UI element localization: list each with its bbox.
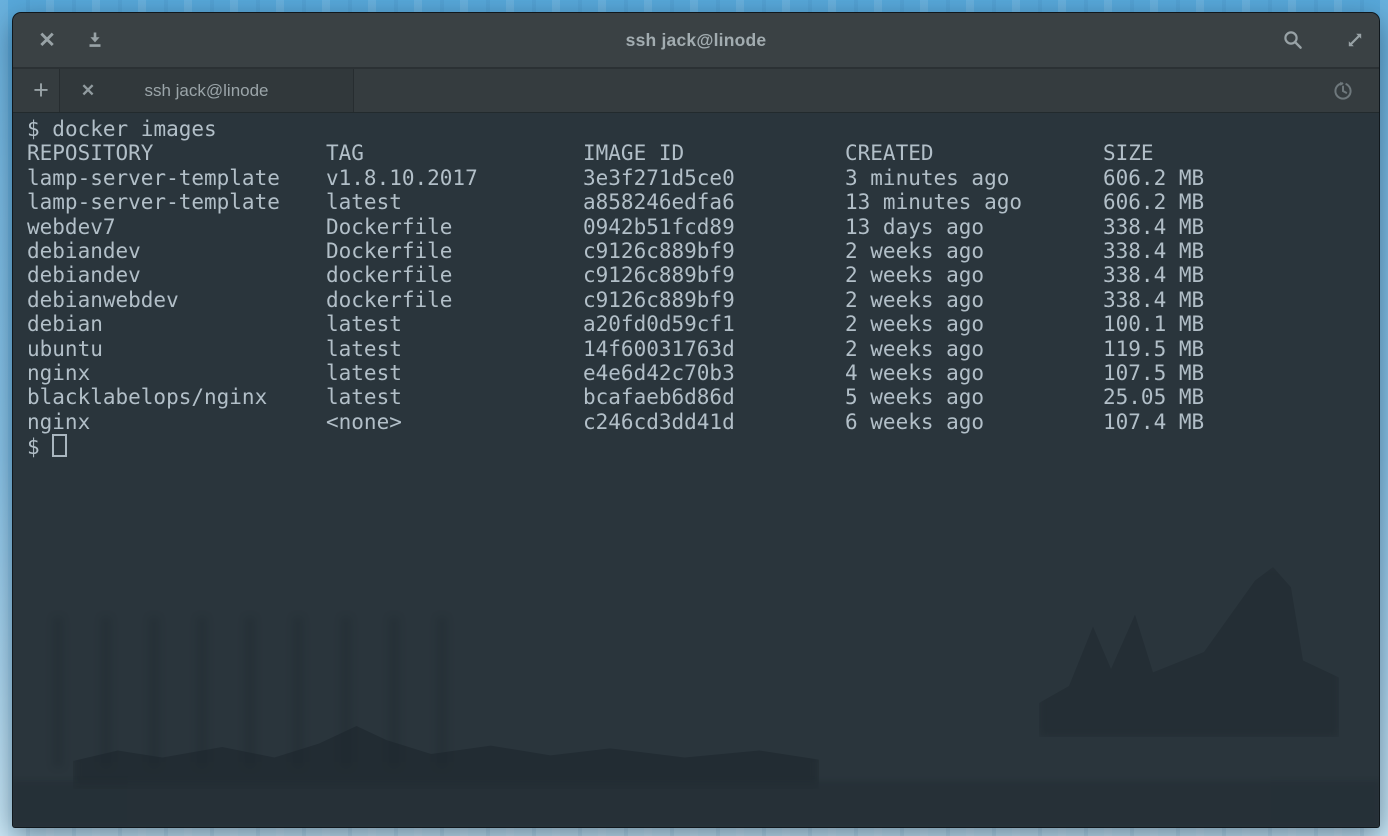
table-header-row: REPOSITORY TAG IMAGE ID CREATED SIZE — [27, 141, 1379, 165]
cell-created: 6 weeks ago — [845, 410, 1103, 434]
table-row: lamp-server-template v1.8.10.2017 3e3f27… — [27, 166, 1379, 190]
cell-tag: latest — [326, 312, 583, 336]
table-row: debianwebdev dockerfile c9126c889bf9 2 w… — [27, 288, 1379, 312]
cell-size: 338.4 MB — [1103, 263, 1379, 287]
cell-size: 606.2 MB — [1103, 166, 1379, 190]
cell-created: 2 weeks ago — [845, 263, 1103, 287]
cell-tag: latest — [326, 337, 583, 361]
window-title: ssh jack@linode — [13, 13, 1379, 67]
cell-repository: debiandev — [27, 263, 326, 287]
table-row: debiandev dockerfile c9126c889bf9 2 week… — [27, 263, 1379, 287]
tab-title: ssh jack@linode — [60, 69, 353, 112]
cell-tag: latest — [326, 385, 583, 409]
cell-image-id: c9126c889bf9 — [583, 263, 845, 287]
header-image-id: IMAGE ID — [583, 141, 845, 165]
table-row: webdev7 Dockerfile 0942b51fcd89 13 days … — [27, 215, 1379, 239]
prompt-line: $ — [27, 434, 1379, 459]
header-repository: REPOSITORY — [27, 141, 326, 165]
cell-image-id: c9126c889bf9 — [583, 288, 845, 312]
cell-image-id: bcafaeb6d86d — [583, 385, 845, 409]
table-row: nginx <none> c246cd3dd41d 6 weeks ago 10… — [27, 410, 1379, 434]
cell-image-id: 14f60031763d — [583, 337, 845, 361]
cell-created: 2 weeks ago — [845, 312, 1103, 336]
fullscreen-button[interactable] — [1333, 13, 1377, 67]
cell-created: 13 days ago — [845, 215, 1103, 239]
table-row: nginx latest e4e6d42c70b3 4 weeks ago 10… — [27, 361, 1379, 385]
cell-size: 25.05 MB — [1103, 385, 1379, 409]
plus-icon: + — [33, 75, 49, 106]
tab-ssh-session[interactable]: ✕ ssh jack@linode — [59, 69, 354, 112]
cell-tag: dockerfile — [326, 263, 583, 287]
cell-size: 338.4 MB — [1103, 215, 1379, 239]
cell-size: 338.4 MB — [1103, 288, 1379, 312]
wallpaper-silhouette-trees-left — [53, 617, 473, 767]
command-text: docker images — [52, 117, 216, 141]
history-icon — [1331, 79, 1355, 103]
cell-created: 2 weeks ago — [845, 288, 1103, 312]
cell-created: 13 minutes ago — [845, 190, 1103, 214]
cell-image-id: a20fd0d59cf1 — [583, 312, 845, 336]
cell-tag: latest — [326, 190, 583, 214]
cell-repository: debian — [27, 312, 326, 336]
wallpaper-silhouette-ground — [13, 781, 1379, 827]
terminal-screen[interactable]: $ docker images REPOSITORY TAG IMAGE ID C… — [13, 113, 1379, 827]
cell-repository: ubuntu — [27, 337, 326, 361]
command-line: $ docker images — [27, 117, 1379, 141]
cell-tag: latest — [326, 361, 583, 385]
cell-size: 606.2 MB — [1103, 190, 1379, 214]
search-button[interactable] — [1271, 13, 1315, 67]
header-created: CREATED — [845, 141, 1103, 165]
cell-image-id: 0942b51fcd89 — [583, 215, 845, 239]
cell-repository: blacklabelops/nginx — [27, 385, 326, 409]
header-size: SIZE — [1103, 141, 1379, 165]
cell-tag: Dockerfile — [326, 239, 583, 263]
new-tab-button[interactable]: + — [21, 69, 61, 112]
table-row: debian latest a20fd0d59cf1 2 weeks ago 1… — [27, 312, 1379, 336]
prompt: $ — [27, 435, 40, 459]
cell-size: 107.4 MB — [1103, 410, 1379, 434]
cell-image-id: c9126c889bf9 — [583, 239, 845, 263]
cell-created: 2 weeks ago — [845, 239, 1103, 263]
cell-size: 338.4 MB — [1103, 239, 1379, 263]
table-row: ubuntu latest 14f60031763d 2 weeks ago 1… — [27, 337, 1379, 361]
cell-repository: lamp-server-template — [27, 190, 326, 214]
cell-tag: <none> — [326, 410, 583, 434]
cell-created: 5 weeks ago — [845, 385, 1103, 409]
header-tag: TAG — [326, 141, 583, 165]
cell-repository: lamp-server-template — [27, 166, 326, 190]
cell-image-id: a858246edfa6 — [583, 190, 845, 214]
terminal-window: ✕ ssh jack@linode + — [12, 12, 1380, 828]
terminal-output: $ docker images REPOSITORY TAG IMAGE ID C… — [13, 113, 1379, 460]
cell-size: 107.5 MB — [1103, 361, 1379, 385]
cell-image-id: e4e6d42c70b3 — [583, 361, 845, 385]
terminal-cursor — [52, 434, 67, 457]
cell-size: 119.5 MB — [1103, 337, 1379, 361]
cell-image-id: c246cd3dd41d — [583, 410, 845, 434]
cell-created: 4 weeks ago — [845, 361, 1103, 385]
prompt: $ — [27, 117, 40, 141]
cell-repository: webdev7 — [27, 215, 326, 239]
titlebar[interactable]: ✕ ssh jack@linode — [13, 13, 1379, 67]
cell-repository: nginx — [27, 361, 326, 385]
history-button[interactable] — [1321, 69, 1365, 112]
cell-tag: dockerfile — [326, 288, 583, 312]
search-icon — [1282, 29, 1304, 51]
table-row: blacklabelops/nginx latest bcafaeb6d86d … — [27, 385, 1379, 409]
cell-repository: nginx — [27, 410, 326, 434]
fullscreen-icon — [1344, 29, 1366, 51]
table-row: debiandev Dockerfile c9126c889bf9 2 week… — [27, 239, 1379, 263]
cell-size: 100.1 MB — [1103, 312, 1379, 336]
cell-created: 3 minutes ago — [845, 166, 1103, 190]
tab-bar: + ✕ ssh jack@linode — [13, 67, 1379, 113]
cell-created: 2 weeks ago — [845, 337, 1103, 361]
cell-image-id: 3e3f271d5ce0 — [583, 166, 845, 190]
wallpaper-silhouette-mountain — [73, 719, 819, 789]
cell-tag: Dockerfile — [326, 215, 583, 239]
wallpaper-silhouette-trees-right — [1039, 567, 1339, 737]
cell-repository: debianwebdev — [27, 288, 326, 312]
table-row: lamp-server-template latest a858246edfa6… — [27, 190, 1379, 214]
cell-repository: debiandev — [27, 239, 326, 263]
cell-tag: v1.8.10.2017 — [326, 166, 583, 190]
